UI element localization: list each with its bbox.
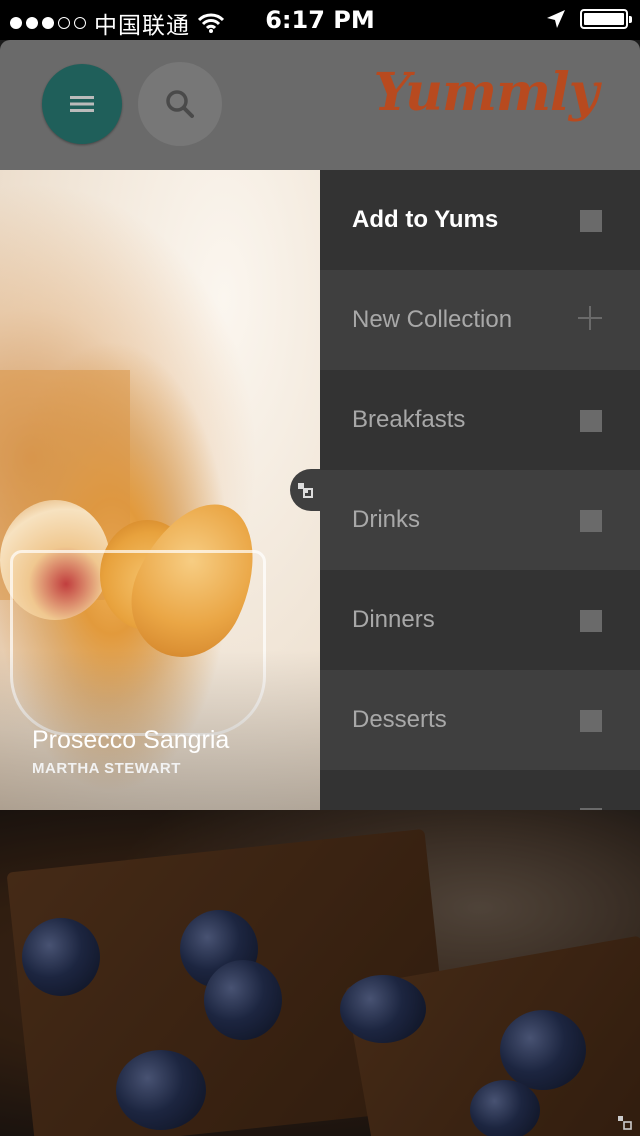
collection-row-desserts[interactable]: Desserts (320, 670, 640, 770)
collection-label: Breakfasts (352, 406, 466, 433)
collection-label: Drinks (352, 506, 421, 533)
search-button[interactable] (138, 62, 222, 146)
expand-icon[interactable] (618, 1116, 632, 1130)
checkbox-icon[interactable] (580, 610, 602, 632)
plus-icon[interactable] (578, 306, 602, 330)
app-header: Yummly ™ (0, 40, 640, 170)
collection-label: Dinners (352, 606, 435, 633)
menu-button[interactable] (42, 64, 122, 144)
status-bar: 中国联通 6:17 PM (0, 0, 640, 40)
recipe-card[interactable]: Prosecco Sangria MARTHA STEWART (0, 170, 320, 810)
status-time: 6:17 PM (265, 6, 375, 34)
new-collection-label: New Collection (352, 306, 513, 333)
checkbox-icon[interactable] (580, 710, 602, 732)
checkbox-icon[interactable] (580, 210, 602, 232)
recipe-title: Prosecco Sangria (32, 726, 230, 754)
battery-icon (580, 9, 632, 29)
location-arrow-icon (547, 10, 565, 28)
checkbox-icon[interactable] (580, 510, 602, 532)
search-icon (166, 90, 194, 118)
collapse-icon (298, 483, 313, 498)
collection-row-dinners[interactable]: Dinners (320, 570, 640, 670)
collection-row-drinks[interactable]: Drinks (320, 470, 640, 570)
hamburger-icon (70, 96, 94, 112)
new-collection-row[interactable]: New Collection (320, 270, 640, 370)
recipe-source: MARTHA STEWART (32, 760, 181, 777)
add-to-yums-panel: Add to Yums New Collection Breakfasts Dr… (320, 170, 640, 810)
collection-label: Desserts (352, 706, 447, 733)
collection-row-breakfasts[interactable]: Breakfasts (320, 370, 640, 470)
trademark-mark: ™ (592, 82, 600, 91)
add-to-yums-label: Add to Yums (352, 206, 499, 233)
collection-row-more[interactable] (320, 770, 640, 810)
yummly-logo[interactable]: Yummly (374, 62, 599, 123)
battery-level (584, 13, 624, 25)
add-to-yums-row[interactable]: Add to Yums (320, 170, 640, 270)
checkbox-icon[interactable] (580, 410, 602, 432)
recipe-card-next[interactable] (0, 810, 640, 1136)
status-right (546, 9, 632, 29)
recipe-card-dim-overlay (0, 810, 640, 1136)
